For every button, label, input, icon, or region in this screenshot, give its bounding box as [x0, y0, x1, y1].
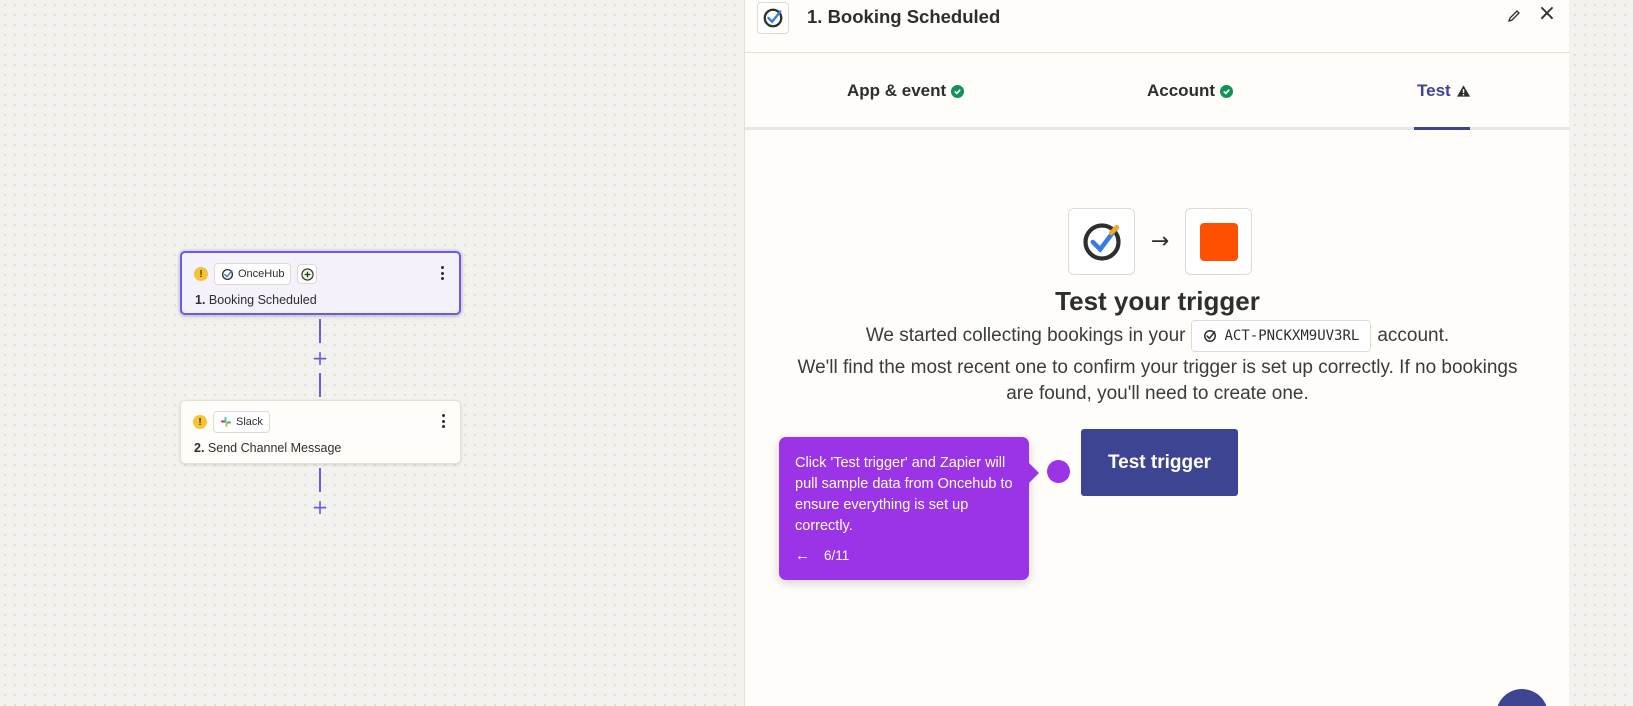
kebab-icon[interactable] [438, 412, 448, 430]
help-button[interactable] [1496, 689, 1548, 706]
panel-header: 1. Booking Scheduled × [745, 0, 1570, 53]
check-circle-icon [951, 84, 965, 98]
step-node-2[interactable]: ! Slack 2. Send Channel Message [180, 400, 461, 464]
oncehub-logo [757, 2, 789, 34]
desc-after: account. [1377, 325, 1450, 346]
check-circle-icon [1220, 84, 1233, 98]
test-description: We started collecting bookings in your A… [745, 320, 1570, 352]
add-step-button[interactable]: + [310, 497, 330, 517]
pencil-icon[interactable] [1507, 8, 1523, 24]
step-node-1[interactable]: ! OnceHub 1. Booking Scheduled [180, 251, 461, 315]
app-chip-label: Slack [236, 416, 263, 428]
account-chip: ACT-PNCKXM9UV3RL [1191, 320, 1372, 352]
app-chip-slack: Slack [213, 411, 270, 433]
tab-account[interactable]: Account [1147, 81, 1233, 101]
step-node-header: ! OnceHub [194, 263, 318, 285]
oncehub-check-icon [1082, 222, 1121, 261]
tab-label: Account [1147, 81, 1215, 100]
step-title: 2. Send Channel Message [194, 441, 342, 455]
active-tab-indicator [1414, 127, 1470, 130]
add-app-button[interactable] [297, 264, 318, 284]
tooltip-target-dot [1047, 460, 1070, 483]
connector-line [319, 468, 321, 492]
app-chip-label: OnceHub [238, 268, 285, 280]
app-chip-oncehub: OnceHub [214, 263, 292, 285]
tooltip-progress: 6/11 [824, 548, 850, 563]
tab-test[interactable]: Test [1417, 81, 1471, 101]
trigger-flow-icons: → [1068, 208, 1252, 275]
oncehub-check-icon [763, 8, 783, 28]
warning-triangle-icon [1456, 85, 1470, 97]
add-step-button[interactable]: + [310, 348, 330, 368]
add-circle-icon [301, 267, 314, 281]
step-node-header: ! Slack [193, 411, 270, 433]
oncehub-check-icon [1204, 330, 1217, 342]
oncehub-app-icon [1068, 208, 1135, 275]
oncehub-check-icon [221, 268, 234, 280]
test-description-rest: We'll find the most recent one to confir… [797, 357, 1518, 404]
zapier-app-icon [1185, 208, 1252, 275]
warning-icon: ! [193, 415, 207, 429]
kebab-icon[interactable] [437, 264, 447, 282]
arrow-right-icon: → [1150, 229, 1170, 254]
slack-icon [221, 417, 231, 427]
tooltip-text: Click 'Test trigger' and Zapier will pul… [795, 455, 1013, 534]
walkthrough-tooltip: Click 'Test trigger' and Zapier will pul… [779, 437, 1039, 580]
tab-label: App & event [847, 81, 947, 100]
step-title: 1. Booking Scheduled [195, 293, 317, 307]
test-trigger-button[interactable]: Test trigger [1081, 429, 1238, 496]
panel-title: 1. Booking Scheduled [807, 6, 1001, 27]
desc-before: We started collecting bookings in your [865, 325, 1186, 346]
tab-label: Test [1417, 81, 1451, 100]
step-tabs: App & event Account Test [745, 53, 1570, 130]
tab-app-event[interactable]: App & event [847, 81, 965, 101]
connector-line [319, 373, 321, 397]
warning-icon: ! [194, 267, 208, 281]
account-name: ACT-PNCKXM9UV3RL [1224, 328, 1360, 344]
connector-line [319, 319, 321, 343]
test-heading: Test your trigger [1055, 286, 1260, 316]
step-editor-panel: 1. Booking Scheduled × App & event Accou… [744, 0, 1570, 706]
back-arrow-icon[interactable]: ← [795, 547, 810, 564]
close-icon[interactable]: × [1536, 3, 1558, 25]
tooltip-footer: ← 6/11 [795, 547, 849, 564]
orange-square-icon [1199, 222, 1238, 261]
